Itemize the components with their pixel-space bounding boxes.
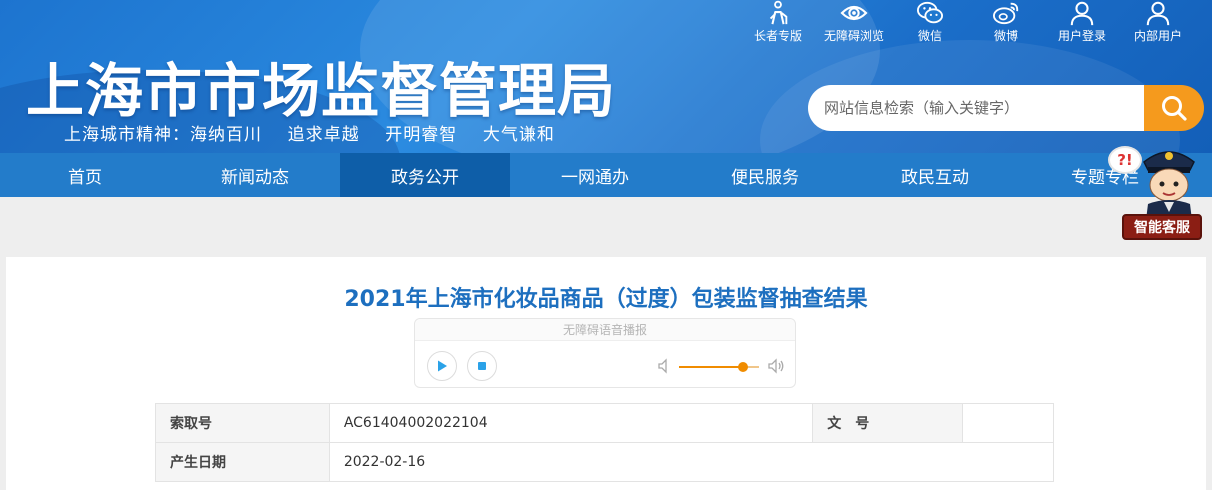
volume-fill bbox=[679, 366, 743, 368]
document-number-value bbox=[962, 403, 1054, 443]
elder-version-link[interactable]: 长者专版 bbox=[740, 0, 816, 46]
weibo-link[interactable]: 微博 bbox=[968, 0, 1044, 46]
tool-label: 用户登录 bbox=[1057, 29, 1106, 43]
tool-label: 内部用户 bbox=[1133, 29, 1182, 43]
smart-service-label: 智能客服 bbox=[1122, 214, 1202, 240]
table-row: 产生日期 2022-02-16 bbox=[155, 442, 1055, 482]
voice-broadcast-player: 无障碍语音播报 bbox=[414, 318, 796, 388]
smart-service-widget[interactable]: ?! 智能客服 bbox=[1104, 140, 1208, 242]
wechat-icon bbox=[917, 1, 943, 24]
site-header: 上海市市场监督管理局 上海城市精神：海纳百川 追求卓越 开明睿智 大气谦和 长者… bbox=[0, 0, 1212, 153]
weibo-icon bbox=[993, 2, 1019, 25]
accessible-browse-link[interactable]: 无障碍浏览 bbox=[816, 0, 892, 46]
nav-interaction[interactable]: 政民互动 bbox=[850, 153, 1020, 197]
nav-news[interactable]: 新闻动态 bbox=[170, 153, 340, 197]
police-mascot-icon bbox=[1143, 151, 1195, 220]
volume-high-icon[interactable] bbox=[767, 358, 785, 374]
elder-icon bbox=[769, 0, 788, 25]
index-number-label: 索取号 bbox=[155, 403, 330, 443]
stop-icon bbox=[478, 362, 486, 370]
user-icon bbox=[1146, 1, 1170, 26]
index-number-value: AC61404002022104 bbox=[328, 403, 814, 443]
city-slogan: 上海城市精神：海纳百川 追求卓越 开明睿智 大气谦和 bbox=[64, 125, 555, 145]
search-icon bbox=[1162, 96, 1187, 121]
user-login-link[interactable]: 用户登录 bbox=[1044, 0, 1120, 46]
tool-label: 微信 bbox=[917, 29, 942, 43]
volume-knob[interactable] bbox=[738, 362, 748, 372]
player-title: 无障碍语音播报 bbox=[415, 319, 795, 341]
volume-slider[interactable] bbox=[679, 362, 759, 372]
date-label: 产生日期 bbox=[155, 442, 330, 482]
user-icon bbox=[1070, 1, 1094, 26]
article-title: 2021年上海市化妆品商品（过度）包装监督抽查结果 bbox=[344, 287, 868, 312]
tool-label: 无障碍浏览 bbox=[823, 29, 884, 43]
search-input[interactable] bbox=[808, 85, 1168, 131]
wechat-link[interactable]: 微信 bbox=[892, 0, 968, 46]
top-toolbar: 长者专版 无障碍浏览 微信 微博 用户登录 内部用户 bbox=[740, 0, 1196, 46]
stop-button[interactable] bbox=[467, 351, 497, 381]
nav-home[interactable]: 首页 bbox=[0, 153, 170, 197]
play-button[interactable] bbox=[427, 351, 457, 381]
table-row: 索取号 AC61404002022104 文 号 bbox=[155, 403, 1054, 443]
nav-one-stop-service[interactable]: 一网通办 bbox=[510, 153, 680, 197]
tool-label: 长者专版 bbox=[753, 29, 802, 43]
question-bubble: ?! bbox=[1108, 146, 1142, 174]
site-title[interactable]: 上海市市场监督管理局 bbox=[26, 44, 616, 128]
nav-public-service[interactable]: 便民服务 bbox=[680, 153, 850, 197]
search-button[interactable] bbox=[1144, 85, 1204, 131]
date-value: 2022-02-16 bbox=[328, 442, 1055, 482]
tool-label: 微博 bbox=[993, 29, 1018, 43]
document-number-label: 文 号 bbox=[812, 403, 964, 443]
document-info-table: 索取号 AC61404002022104 文 号 产生日期 2022-02-16 bbox=[155, 403, 1055, 482]
eye-icon bbox=[840, 5, 868, 21]
play-icon bbox=[438, 360, 447, 372]
article-panel: 2021年上海市化妆品商品（过度）包装监督抽查结果 无障碍语音播报 索取号 AC… bbox=[6, 257, 1206, 490]
main-nav: 首页 新闻动态 政务公开 一网通办 便民服务 政民互动 专题专栏 bbox=[0, 153, 1212, 197]
internal-user-link[interactable]: 内部用户 bbox=[1120, 0, 1196, 46]
volume-low-icon[interactable] bbox=[657, 358, 671, 374]
site-search bbox=[808, 85, 1204, 131]
nav-gov-affairs[interactable]: 政务公开 bbox=[340, 153, 510, 197]
